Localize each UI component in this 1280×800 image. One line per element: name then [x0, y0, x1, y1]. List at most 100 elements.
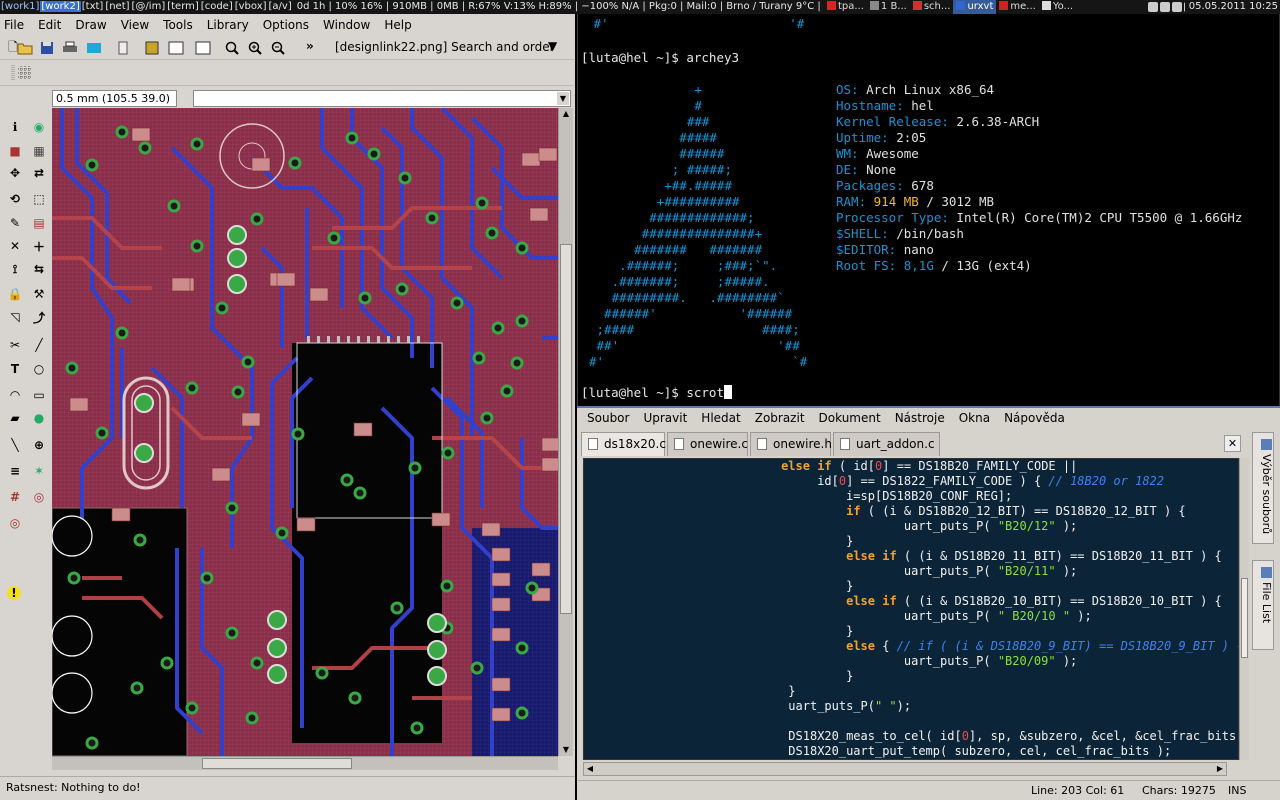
rect-icon[interactable]: ▭ — [30, 386, 48, 404]
menu-tools[interactable]: Tools — [163, 18, 193, 32]
via[interactable] — [395, 282, 409, 296]
via[interactable] — [515, 641, 529, 655]
via[interactable] — [410, 721, 424, 735]
via[interactable] — [450, 296, 464, 310]
optimize-icon[interactable]: ⇆ — [30, 260, 48, 278]
smd-pad[interactable] — [111, 507, 131, 522]
menu-file[interactable]: File — [4, 18, 24, 32]
smd-pad[interactable] — [491, 677, 511, 692]
tab-uart_addon-c[interactable]: uart_addon.c — [833, 432, 940, 456]
taskbar-window[interactable]: me... — [996, 0, 1038, 14]
via[interactable] — [250, 656, 264, 670]
via[interactable] — [160, 656, 174, 670]
through-hole-pad[interactable] — [267, 638, 287, 658]
menu-item[interactable]: Nápověda — [1004, 411, 1065, 425]
via[interactable] — [425, 211, 439, 225]
side-panel-tab[interactable]: Výběr souborů — [1252, 432, 1274, 544]
smd-pad[interactable] — [171, 277, 191, 292]
menu-item[interactable]: Dokument — [819, 411, 881, 425]
via[interactable] — [200, 571, 214, 585]
via[interactable] — [288, 156, 302, 170]
through-hole-pad[interactable] — [427, 640, 447, 660]
taskbar-window[interactable]: 1 B... — [867, 0, 910, 14]
scroll-thumb[interactable] — [1241, 578, 1248, 658]
through-hole-pad[interactable] — [427, 666, 447, 686]
via[interactable] — [225, 501, 239, 515]
smd-pad[interactable] — [491, 707, 511, 722]
pcb-board-canvas[interactable] — [52, 108, 558, 756]
signal-icon[interactable]: ╲ — [6, 436, 24, 454]
zoom-out-icon[interactable] — [269, 39, 287, 57]
via[interactable] — [472, 351, 486, 365]
delete-icon[interactable]: ✕ — [6, 237, 24, 255]
lock-icon[interactable]: 🔒 — [6, 285, 24, 303]
via[interactable] — [510, 356, 524, 370]
via[interactable] — [190, 137, 204, 151]
via[interactable] — [515, 314, 529, 328]
route-icon[interactable]: ⤴ — [30, 308, 48, 326]
through-hole-pad[interactable] — [134, 443, 154, 463]
via[interactable] — [440, 579, 454, 593]
wire-icon[interactable]: ╱ — [30, 336, 48, 354]
menu-item[interactable]: Zobrazit — [755, 411, 805, 425]
workspace-tag[interactable]: [code] — [200, 1, 234, 12]
tray-icon[interactable] — [1172, 2, 1182, 12]
workspace-tag[interactable]: [vbox] — [234, 1, 268, 12]
tray-icon[interactable] — [1148, 2, 1158, 12]
workspace-tag[interactable]: [txt] — [81, 1, 105, 12]
via[interactable] — [275, 526, 289, 540]
workspace-tag[interactable]: [a/v] — [268, 1, 293, 12]
via[interactable] — [441, 446, 455, 460]
via[interactable] — [190, 239, 204, 253]
chevron-down-icon[interactable]: ▼ — [548, 39, 557, 53]
smd-pad[interactable] — [69, 397, 89, 412]
taskbar-window[interactable]: sch... — [910, 0, 954, 14]
board-horizontal-scrollbar[interactable] — [52, 756, 558, 770]
taskbar-window[interactable]: urxvt — [953, 0, 997, 14]
side-panel-tab[interactable]: File List — [1252, 560, 1274, 650]
via[interactable] — [85, 736, 99, 750]
via[interactable] — [480, 411, 494, 425]
via[interactable] — [348, 691, 362, 705]
chevron-down-icon[interactable]: ▼ — [557, 92, 569, 105]
ratsnest-icon[interactable]: ✶ — [30, 462, 48, 480]
smd-pad[interactable] — [481, 522, 501, 537]
via[interactable] — [115, 125, 129, 139]
chevron-left-icon[interactable]: ◀ — [584, 763, 596, 775]
through-hole-pad[interactable] — [227, 274, 247, 294]
ripup-icon[interactable]: ✂ — [6, 336, 24, 354]
smd-pad[interactable] — [353, 422, 373, 437]
board-vertical-scrollbar[interactable]: ▲ ▼ — [558, 108, 573, 756]
menu-item[interactable]: Hledat — [701, 411, 740, 425]
via[interactable] — [231, 385, 245, 399]
smd-pad[interactable] — [491, 627, 511, 642]
smd-pad[interactable] — [538, 147, 558, 162]
menu-view[interactable]: View — [121, 18, 149, 32]
toolbar-more-button[interactable]: » — [306, 39, 314, 53]
polygon-icon[interactable]: ▰ — [6, 409, 24, 427]
via[interactable] — [185, 701, 199, 715]
via[interactable] — [130, 681, 144, 695]
attribute-icon[interactable]: ≡ — [6, 462, 24, 480]
script-icon[interactable] — [114, 39, 132, 57]
through-hole-pad[interactable] — [227, 225, 247, 245]
via[interactable] — [515, 706, 529, 720]
add-icon[interactable]: ＋ — [30, 237, 48, 255]
split-icon[interactable]: ⟟ — [6, 260, 24, 278]
via[interactable] — [491, 321, 505, 335]
info-icon[interactable]: ℹ — [6, 118, 24, 136]
via[interactable] — [250, 212, 264, 226]
chevron-right-icon[interactable]: ▶ — [1214, 763, 1226, 775]
menu-help[interactable]: Help — [384, 18, 411, 32]
editor-vertical-scrollbar[interactable] — [1239, 458, 1249, 760]
paste-icon[interactable]: ▤ — [30, 214, 48, 232]
mirror-icon[interactable]: ⇄ — [30, 164, 48, 182]
open-folder-icon[interactable] — [16, 39, 34, 57]
via[interactable] — [485, 226, 499, 240]
via[interactable] — [515, 241, 529, 255]
via[interactable] — [353, 486, 367, 500]
move-icon[interactable]: ✥ — [6, 164, 24, 182]
tray-icon[interactable] — [1160, 2, 1170, 12]
close-icon[interactable]: ✕ — [1224, 435, 1241, 452]
scroll-thumb[interactable] — [560, 244, 572, 614]
